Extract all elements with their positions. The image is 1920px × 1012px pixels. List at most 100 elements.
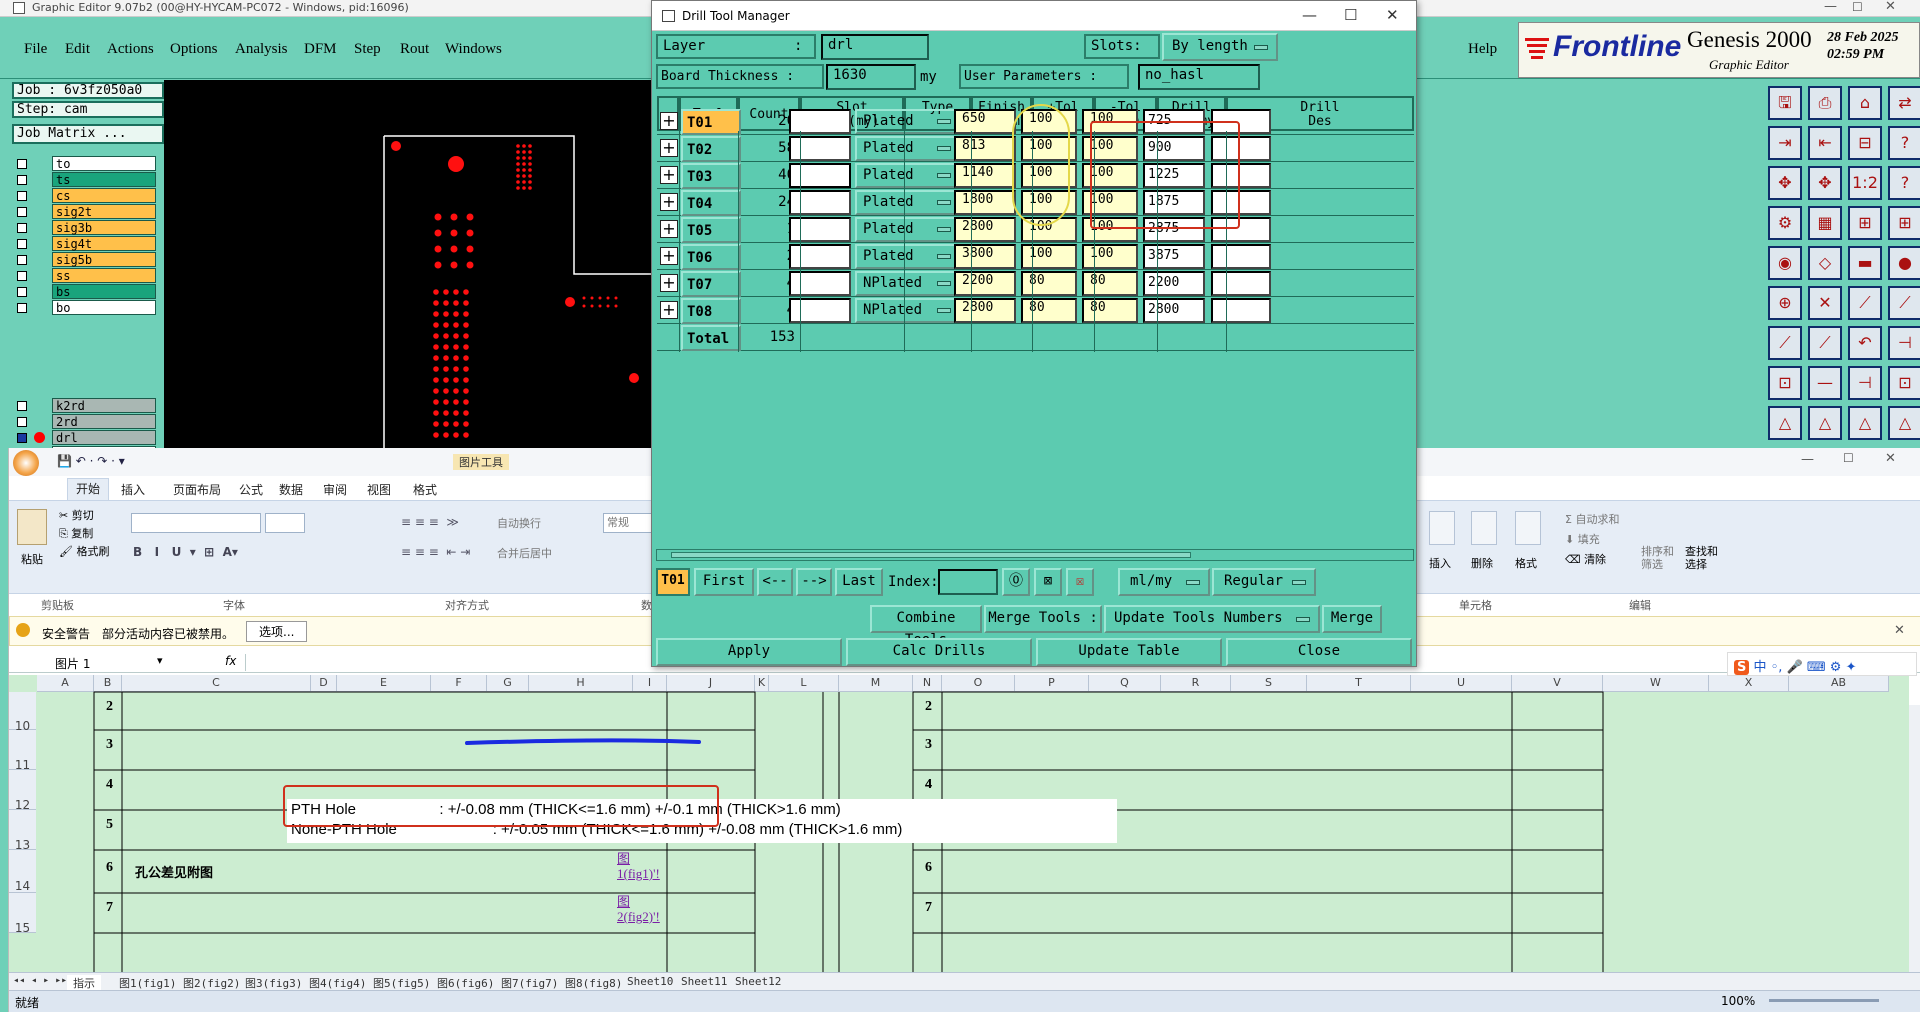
- table-scrollbar[interactable]: [656, 549, 1414, 561]
- layer-row-drl[interactable]: drl: [14, 430, 164, 445]
- number-format-combo[interactable]: 常规: [603, 513, 655, 533]
- layer-checkbox[interactable]: [17, 191, 27, 201]
- slot-length-input[interactable]: [789, 217, 851, 242]
- layer-name[interactable]: to: [52, 156, 156, 171]
- ribbon-tab-6[interactable]: 视图: [367, 481, 391, 498]
- expand-plus-icon[interactable]: +: [660, 112, 678, 130]
- menu-rout[interactable]: Rout: [400, 41, 429, 58]
- sheet-tab-11[interactable]: Sheet12: [735, 975, 781, 988]
- finish-size-input[interactable]: 1800: [954, 190, 1016, 215]
- warning-close-icon[interactable]: ✕: [1894, 623, 1905, 638]
- query-icon[interactable]: ?: [1888, 166, 1920, 200]
- excel-minimize-icon[interactable]: —: [1801, 452, 1814, 467]
- sheet-tab-8[interactable]: 图8(fig8): [565, 975, 622, 991]
- slot-length-input[interactable]: [789, 298, 851, 323]
- triangle1-icon[interactable]: △: [1768, 406, 1802, 440]
- paste-label[interactable]: 粘贴: [21, 551, 43, 567]
- layer-checkbox[interactable]: [17, 433, 27, 443]
- ribbon-tab-4[interactable]: 数据: [279, 481, 303, 498]
- draw2-icon[interactable]: ⟋: [1888, 286, 1920, 320]
- drill-size-input[interactable]: 2800: [1143, 298, 1205, 323]
- dtm-maximize-icon[interactable]: ☐: [1344, 6, 1357, 24]
- scale-icon[interactable]: 1:2: [1848, 166, 1882, 200]
- tool-id[interactable]: T08: [681, 298, 741, 324]
- layer-row-sig2t[interactable]: sig2t: [14, 204, 164, 219]
- job-field[interactable]: Job : 6v3fz050a0: [12, 82, 164, 99]
- tool-id[interactable]: T07: [681, 271, 741, 297]
- layer-checkbox[interactable]: [17, 175, 27, 185]
- warning-options-button[interactable]: 选项...: [246, 621, 308, 642]
- menu-actions[interactable]: Actions: [107, 41, 154, 58]
- ribbon-tab-2[interactable]: 页面布局: [173, 481, 221, 498]
- align-left-icon[interactable]: ⇤: [1808, 126, 1842, 160]
- line-icon[interactable]: ▬: [1848, 246, 1882, 280]
- finish-size-input[interactable]: 2800: [954, 217, 1016, 242]
- prev-button[interactable]: <--: [757, 568, 793, 596]
- slot-length-input[interactable]: [789, 271, 851, 296]
- sheet-tab-3[interactable]: 图3(fig3): [245, 975, 302, 991]
- menu-step[interactable]: Step: [354, 41, 381, 58]
- layer-name[interactable]: ss: [52, 268, 156, 283]
- index-input[interactable]: [938, 569, 998, 595]
- plus-tol-input[interactable]: 80: [1021, 271, 1077, 296]
- layer-checkbox[interactable]: [17, 207, 27, 217]
- arc-icon[interactable]: ⟋: [1768, 326, 1802, 360]
- format-cells-button[interactable]: 格式: [1515, 555, 1537, 571]
- cut-icon[interactable]: ✕: [1808, 286, 1842, 320]
- zoom-slider[interactable]: [1769, 999, 1879, 1002]
- layer-name[interactable]: k2rd: [52, 398, 156, 413]
- save-icon[interactable]: 🖫: [1768, 86, 1802, 120]
- sheet-tab-7[interactable]: 图7(fig7): [501, 975, 558, 991]
- finish-size-input[interactable]: 813: [954, 136, 1016, 161]
- triangle2-icon[interactable]: △: [1808, 406, 1842, 440]
- select-icon[interactable]: ⊡: [1768, 366, 1802, 400]
- finish-size-input[interactable]: 2200: [954, 271, 1016, 296]
- calc-drills-button[interactable]: Calc Drills: [846, 638, 1032, 666]
- sheet-tab-0[interactable]: 指示: [67, 975, 101, 991]
- autosum-button[interactable]: Σ 自动求和: [1565, 511, 1619, 527]
- snap-grid-icon[interactable]: ⊞: [1888, 206, 1920, 240]
- home-icon[interactable]: ⌂: [1848, 86, 1882, 120]
- close-button[interactable]: Close: [1226, 638, 1412, 666]
- type-dropdown[interactable]: Plated: [855, 136, 959, 161]
- layer-row-sig5b[interactable]: sig5b: [14, 252, 164, 267]
- menu-windows[interactable]: Windows: [445, 41, 502, 58]
- layer-name[interactable]: drl: [52, 430, 156, 445]
- user-params-input[interactable]: no_hasl: [1138, 64, 1260, 90]
- slot-length-input[interactable]: [789, 136, 851, 161]
- slot-length-input[interactable]: [789, 109, 851, 134]
- plus-tol-input[interactable]: 100: [1021, 244, 1077, 269]
- layer-name[interactable]: 2rd: [52, 414, 156, 429]
- close-icon[interactable]: ✕: [1885, 0, 1896, 14]
- undo-icon[interactable]: ↶: [1848, 326, 1882, 360]
- minus-tol-input[interactable]: 100: [1082, 244, 1138, 269]
- layer-row-sig4t[interactable]: sig4t: [14, 236, 164, 251]
- ime-toolbar[interactable]: S 中 ◦, 🎤 ⌨ ⚙ ✦: [1727, 652, 1917, 676]
- tool-id[interactable]: T03: [681, 163, 741, 189]
- fx-icon[interactable]: fx: [225, 654, 236, 668]
- ribbon-tab-7[interactable]: 格式: [413, 481, 437, 498]
- print-icon[interactable]: ⎙: [1808, 86, 1842, 120]
- sheet-tab-6[interactable]: 图6(fig6): [437, 975, 494, 991]
- fill-button[interactable]: ⬇ 填充: [1565, 531, 1600, 547]
- merge-center-button[interactable]: 合并后居中: [497, 545, 552, 561]
- sort-filter-button[interactable]: 排序和 筛选: [1641, 545, 1674, 571]
- sheet-tab-5[interactable]: 图5(fig5): [373, 975, 430, 991]
- paste-icon[interactable]: [17, 509, 47, 545]
- ribbon-tab-5[interactable]: 审阅: [323, 481, 347, 498]
- finish-size-input[interactable]: 1140: [954, 163, 1016, 188]
- measure-icon[interactable]: ⊣: [1888, 326, 1920, 360]
- layer-name[interactable]: sig4t: [52, 236, 156, 251]
- layer-row-sig3b[interactable]: sig3b: [14, 220, 164, 235]
- type-dropdown[interactable]: Plated: [855, 109, 959, 134]
- drill-size-input[interactable]: 2200: [1143, 271, 1205, 296]
- zero-icon[interactable]: ⓪: [1002, 568, 1030, 596]
- layer-name[interactable]: sig2t: [52, 204, 156, 219]
- layer-name[interactable]: sig5b: [52, 252, 156, 267]
- minus-tol-input[interactable]: 80: [1082, 298, 1138, 323]
- layer-name[interactable]: bs: [52, 284, 156, 299]
- expand-plus-icon[interactable]: +: [660, 166, 678, 184]
- type-dropdown[interactable]: NPlated: [855, 271, 959, 296]
- select2-icon[interactable]: ⊡: [1888, 366, 1920, 400]
- draw-icon[interactable]: ⟋: [1848, 286, 1882, 320]
